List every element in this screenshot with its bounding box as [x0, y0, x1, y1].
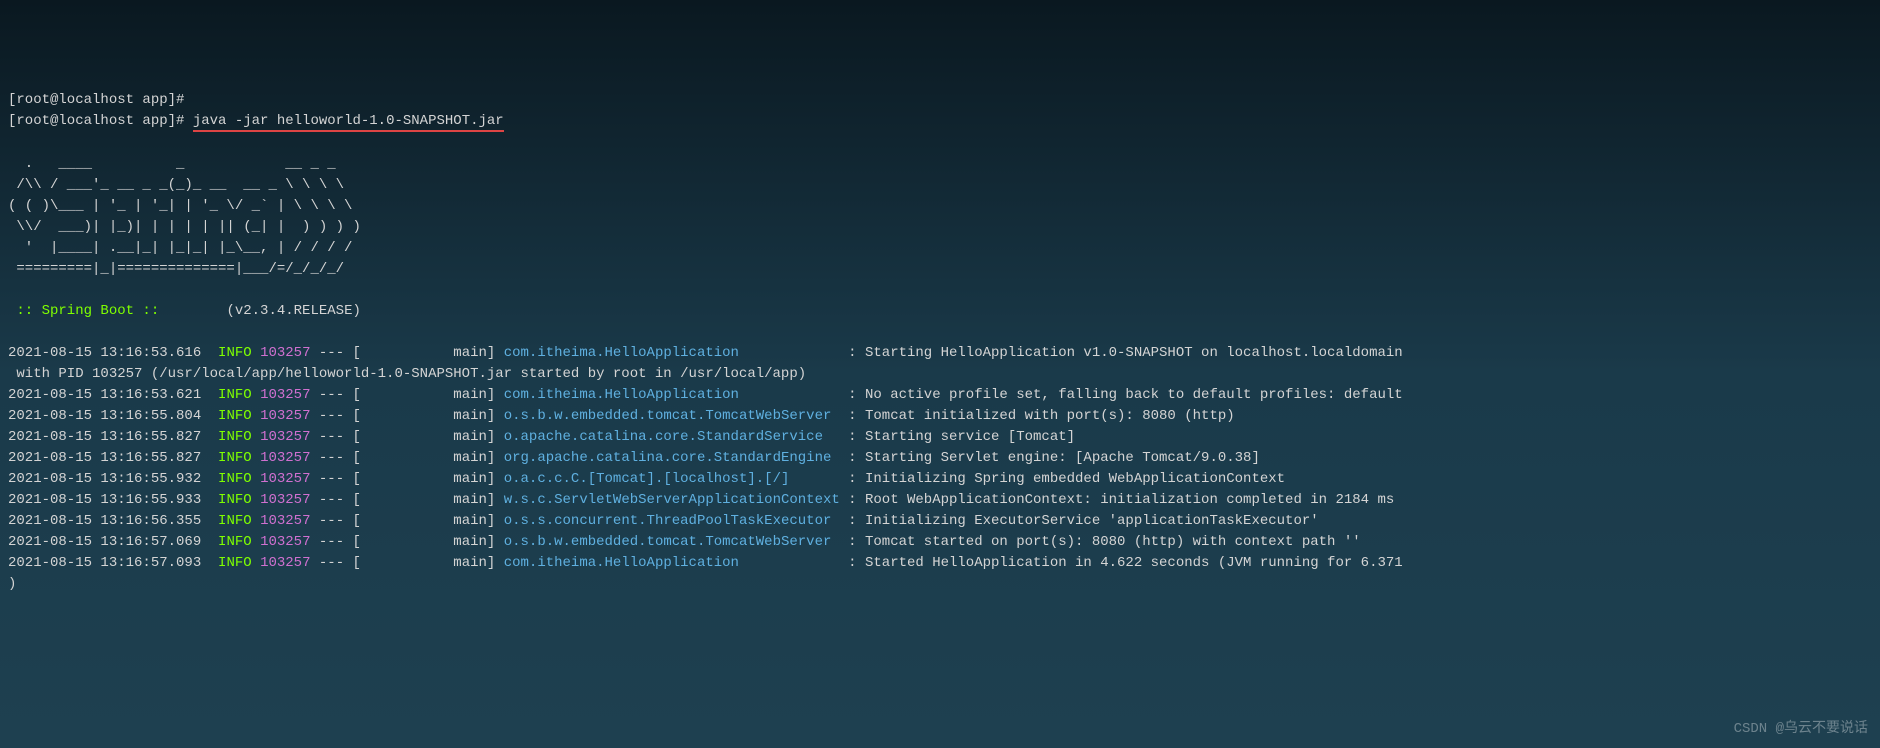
log-line: 2021-08-15 13:16:55.932: [8, 471, 218, 487]
log-continuation: ): [8, 576, 16, 592]
log-level: INFO: [218, 534, 252, 550]
prompt-line-2: [root@localhost app]# java -jar hellowor…: [8, 113, 504, 132]
log-separator: --- [ main]: [310, 492, 503, 508]
log-pid: 103257: [260, 450, 310, 466]
log-class: com.itheima.HelloApplication: [504, 555, 840, 571]
log-level: INFO: [218, 555, 252, 571]
log-line: 2021-08-15 13:16:53.621: [8, 387, 218, 403]
log-level: INFO: [218, 471, 252, 487]
log-output: 2021-08-15 13:16:53.616 INFO 103257 --- …: [8, 343, 1872, 595]
log-level: INFO: [218, 429, 252, 445]
log-line: 2021-08-15 13:16:55.804: [8, 408, 218, 424]
spring-boot-version: (v2.3.4.RELEASE): [159, 303, 361, 319]
log-pid: 103257: [260, 534, 310, 550]
log-pid: 103257: [260, 387, 310, 403]
log-class: o.s.b.w.embedded.tomcat.TomcatWebServer: [504, 534, 840, 550]
log-class: o.s.s.concurrent.ThreadPoolTaskExecutor: [504, 513, 840, 529]
log-class: o.s.b.w.embedded.tomcat.TomcatWebServer: [504, 408, 840, 424]
spring-boot-label: :: Spring Boot ::: [8, 303, 159, 319]
log-separator: --- [ main]: [310, 345, 503, 361]
log-class: o.a.c.c.C.[Tomcat].[localhost].[/]: [504, 471, 840, 487]
log-pid: 103257: [260, 471, 310, 487]
log-line: 2021-08-15 13:16:55.827: [8, 429, 218, 445]
log-message: : Root WebApplicationContext: initializa…: [840, 492, 1395, 508]
log-continuation: with PID 103257 (/usr/local/app/hellowor…: [8, 366, 806, 382]
log-separator: --- [ main]: [310, 408, 503, 424]
log-pid: 103257: [260, 513, 310, 529]
log-level: INFO: [218, 345, 252, 361]
log-message: : Initializing ExecutorService 'applicat…: [840, 513, 1319, 529]
log-line: 2021-08-15 13:16:55.827: [8, 450, 218, 466]
log-level: INFO: [218, 408, 252, 424]
log-line: 2021-08-15 13:16:56.355: [8, 513, 218, 529]
prompt-prefix: [root@localhost app]#: [8, 113, 193, 129]
log-message: : Initializing Spring embedded WebApplic…: [840, 471, 1285, 487]
log-level: INFO: [218, 387, 252, 403]
log-pid: 103257: [260, 429, 310, 445]
log-separator: --- [ main]: [310, 450, 503, 466]
log-class: o.apache.catalina.core.StandardService: [504, 429, 840, 445]
log-message: : Tomcat initialized with port(s): 8080 …: [840, 408, 1235, 424]
spring-boot-banner: . ____ _ __ _ _ /\\ / ___'_ __ _ _(_)_ _…: [8, 154, 1872, 280]
log-line: 2021-08-15 13:16:57.093: [8, 555, 218, 571]
java-command: java -jar helloworld-1.0-SNAPSHOT.jar: [193, 113, 504, 132]
log-separator: --- [ main]: [310, 387, 503, 403]
log-class: com.itheima.HelloApplication: [504, 345, 840, 361]
log-class: org.apache.catalina.core.StandardEngine: [504, 450, 840, 466]
watermark: CSDN @乌云不要说话: [1734, 719, 1868, 740]
log-pid: 103257: [260, 555, 310, 571]
log-line: 2021-08-15 13:16:57.069: [8, 534, 218, 550]
prompt-line-1: [root@localhost app]#: [8, 92, 193, 108]
log-message: : Tomcat started on port(s): 8080 (http)…: [840, 534, 1361, 550]
log-message: : Starting Servlet engine: [Apache Tomca…: [840, 450, 1260, 466]
log-message: : Started HelloApplication in 4.622 seco…: [840, 555, 1403, 571]
log-level: INFO: [218, 492, 252, 508]
log-separator: --- [ main]: [310, 513, 503, 529]
log-pid: 103257: [260, 345, 310, 361]
log-message: : Starting service [Tomcat]: [840, 429, 1075, 445]
log-pid: 103257: [260, 408, 310, 424]
log-message: : No active profile set, falling back to…: [840, 387, 1403, 403]
log-separator: --- [ main]: [310, 555, 503, 571]
log-class: com.itheima.HelloApplication: [504, 387, 840, 403]
log-pid: 103257: [260, 492, 310, 508]
log-line: 2021-08-15 13:16:55.933: [8, 492, 218, 508]
log-level: INFO: [218, 513, 252, 529]
log-class: w.s.c.ServletWebServerApplicationContext: [504, 492, 840, 508]
log-separator: --- [ main]: [310, 534, 503, 550]
log-separator: --- [ main]: [310, 471, 503, 487]
log-separator: --- [ main]: [310, 429, 503, 445]
terminal-output: [root@localhost app]# [root@localhost ap…: [8, 90, 1872, 595]
log-level: INFO: [218, 450, 252, 466]
log-message: : Starting HelloApplication v1.0-SNAPSHO…: [840, 345, 1403, 361]
log-line: 2021-08-15 13:16:53.616: [8, 345, 218, 361]
